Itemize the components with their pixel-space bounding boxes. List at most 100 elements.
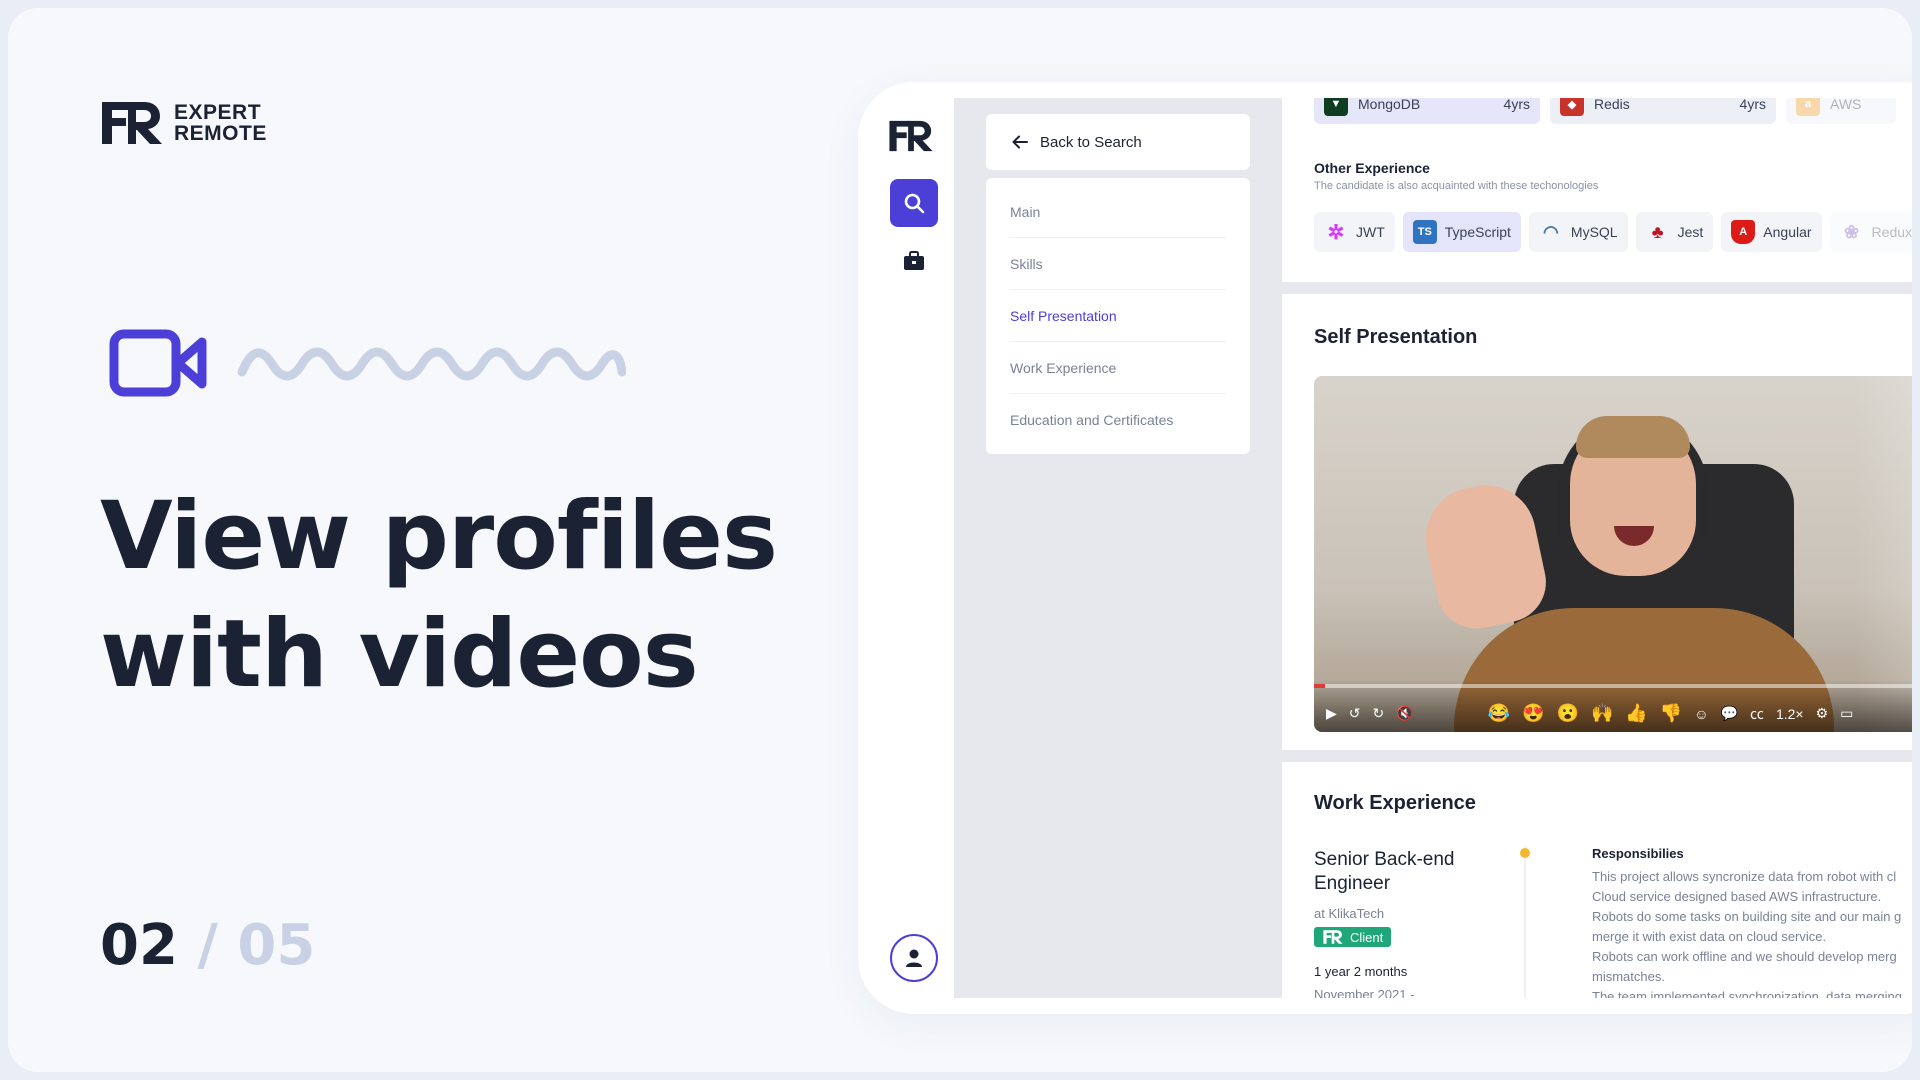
add-reaction-icon[interactable]: ☺ [1694,706,1708,722]
stack-name: MongoDB [1358,98,1421,112]
tech-name: Redux [1871,224,1912,240]
nav-search-button[interactable] [890,179,938,227]
app-logo-icon[interactable] [888,118,934,154]
heart-eyes-reaction-icon[interactable]: 😍 [1522,703,1544,724]
brand-text: EXPERT REMOTE [174,102,267,144]
job-company: at KlikaTech [1314,906,1385,921]
responsibility-line: Robots can work offline and we should de… [1592,949,1897,964]
arrow-left-icon [1012,135,1028,149]
stack-chip: a AWS [1786,98,1896,124]
video-progress-bar[interactable] [1314,684,1912,688]
nav-item-self-presentation[interactable]: Self Presentation [1010,290,1226,342]
profile-section-nav: Main Skills Self Presentation Work Exper… [986,178,1250,454]
tech-name: TypeScript [1444,224,1511,240]
laugh-reaction-icon[interactable]: 😂 [1488,703,1510,724]
responsibility-line: This project allows syncronize data from… [1592,869,1897,884]
wow-reaction-icon[interactable]: 😮 [1557,703,1579,724]
tech-name: Angular [1763,224,1812,240]
nav-item-main[interactable]: Main [1010,186,1226,238]
thumbs-up-reaction-icon[interactable]: 👍 [1625,703,1647,724]
self-presentation-card: Self Presentation 💬 0 🔗 [1282,294,1912,750]
mute-icon[interactable]: 🔇 [1396,705,1413,722]
work-experience-card: Work Experience Senior Back-end Engineer… [1282,762,1912,998]
stack-chip: ◆ Redis 4yrs [1550,98,1776,124]
profile-main: ▼ MongoDB 4yrs ◆ Redis 4yrs a AWS Other … [1282,98,1912,998]
expert-remote-logo-icon [1323,930,1343,944]
redux-icon: ❀ [1844,221,1860,242]
settings-icon[interactable]: ⚙ [1816,705,1829,722]
responsibility-line: Robots do some tasks on building site an… [1592,909,1902,924]
back-to-search-label: Back to Search [1040,133,1142,151]
slide-current: 02 [100,913,178,978]
pip-icon[interactable]: ▭ [1840,705,1853,722]
job-duration: 1 year 2 months [1314,964,1408,979]
expert-remote-logo-icon [102,102,162,144]
responsibility-line: The team implemented synchronization, da… [1592,989,1902,998]
mongodb-icon: ▼ [1324,98,1348,116]
tech-chip[interactable]: TS TypeScript [1402,212,1521,252]
brand-line-2: REMOTE [174,122,267,145]
stack-name: AWS [1830,98,1862,112]
tech-chip[interactable]: ♣ Jest [1635,212,1714,252]
skills-card: ▼ MongoDB 4yrs ◆ Redis 4yrs a AWS Other … [1282,98,1912,282]
tech-chip[interactable]: ◠ MySQL [1528,212,1628,252]
nav-item-education[interactable]: Education and Certificates [1010,394,1226,446]
thumbs-down-reaction-icon[interactable]: 👎 [1660,703,1682,724]
self-presentation-title: Self Presentation [1314,326,1478,348]
timeline-dot [1520,848,1530,858]
sidebar-rail [858,82,954,1014]
stack-name: Redis [1594,98,1630,112]
mysql-icon: ◠ [1543,221,1559,242]
back-to-search-button[interactable]: Back to Search [986,114,1250,170]
client-badge: Client [1314,927,1392,947]
responsibility-line: merge it with exist data on cloud servic… [1592,929,1827,944]
other-tech-list: ✲ JWT TS TypeScript ◠ MySQL ♣ Jest A Ang… [1314,212,1912,252]
nav-item-work-experience[interactable]: Work Experience [1010,342,1226,394]
responsibility-line: Cloud service designed based AWS infrast… [1592,889,1882,904]
headline-line-1: View profiles [100,482,778,591]
app-content: Back to Search Main Skills Self Presenta… [954,98,1912,998]
job-start-date: November 2021 - [1314,987,1415,998]
user-icon [906,949,922,967]
responsibilities: Responsibilies This project allows syncr… [1592,846,1912,998]
captions-icon[interactable]: ㏄ [1750,704,1764,724]
work-experience-title: Work Experience [1314,792,1476,814]
forward-icon[interactable]: ↻ [1373,705,1385,722]
stack-chip: ▼ MongoDB 4yrs [1314,98,1540,124]
other-experience-subtitle: The candidate is also acquainted with th… [1314,180,1599,192]
client-badge-label: Client [1350,929,1384,945]
tech-name: MySQL [1570,224,1618,240]
headline: View profiles with videos [100,478,820,714]
headline-line-2: with videos [100,600,699,709]
tech-name: JWT [1356,224,1385,240]
slide: EXPERT REMOTE View profiles with videos … [8,8,1912,1072]
speed-button[interactable]: 1.2× [1776,706,1804,722]
main-stack-row: ▼ MongoDB 4yrs ◆ Redis 4yrs a AWS [1314,98,1896,124]
jest-icon: ♣ [1651,221,1664,242]
job-title: Senior Back-end Engineer [1314,849,1455,894]
stack-years: 4yrs [1739,98,1766,112]
rewind-icon[interactable]: ↺ [1349,705,1361,722]
redis-icon: ◆ [1560,98,1584,116]
raised-hands-reaction-icon[interactable]: 🙌 [1591,703,1613,724]
tech-chip[interactable]: A Angular [1721,212,1822,252]
nav-item-skills[interactable]: Skills [1010,238,1226,290]
slide-total: 05 [237,913,316,978]
video-control-row: ▶ ↺ ↻ 🔇 😂 😍 😮 🙌 👍 👎 ☺ 💬 ㏄ 1.2× ⚙ ▭ [1326,703,1912,724]
stack-years: 4yrs [1503,98,1530,112]
briefcase-icon[interactable] [902,250,926,272]
chat-icon[interactable]: 💬 [1721,705,1738,722]
play-icon[interactable]: ▶ [1326,705,1337,722]
tech-chip[interactable]: ✲ JWT [1314,212,1395,252]
video-player[interactable]: 💬 0 🔗 ⇱ ▶ ↺ ↻ 🔇 [1314,376,1912,732]
job-summary: Senior Back-end Engineer at KlikaTech Cl… [1314,848,1514,998]
profile-button[interactable] [890,934,938,982]
tech-chip[interactable]: ❀ Redux [1829,212,1912,252]
responsibility-line: mismatches. [1592,969,1665,984]
video-camera-icon [109,329,207,397]
wave-decoration [237,347,626,381]
tech-name: Jest [1677,224,1704,240]
responsibilities-title: Responsibilies [1592,846,1684,861]
typescript-icon: TS [1412,220,1437,244]
jwt-icon: ✲ [1327,221,1345,244]
